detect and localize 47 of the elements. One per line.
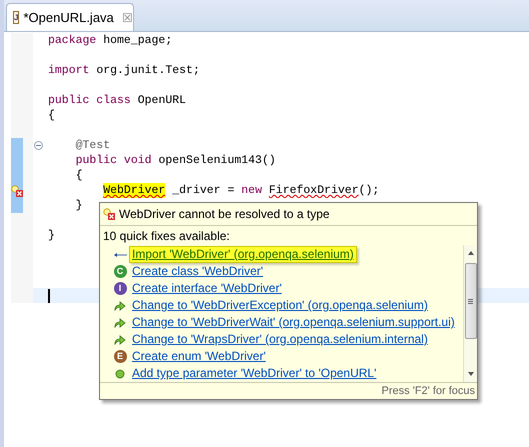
code-text: home_page; — [103, 33, 172, 48]
editor-tab[interactable]: J *OpenURL.java ☒ — [6, 3, 134, 31]
close-icon[interactable]: ☒ — [122, 12, 133, 24]
code-text: openSelenium143() — [158, 153, 276, 168]
code-text: } — [76, 198, 83, 213]
code-text: { — [48, 108, 55, 123]
scroll-up-icon[interactable] — [468, 251, 474, 255]
quick-fix-link[interactable]: Create interface 'WebDriver' — [129, 280, 285, 297]
problem-message: WebDriver cannot be resolved to a type — [119, 206, 330, 223]
tab-title: *OpenURL.java — [23, 8, 114, 27]
text-cursor — [48, 288, 50, 302]
code-text: { — [76, 168, 83, 183]
change-arrow-icon — [114, 334, 126, 344]
quick-fix-link[interactable]: Change to 'WebDriverWait' (org.openqa.selenium.support.ui) — [129, 314, 458, 331]
keyword: public class — [48, 93, 131, 108]
highlighted-error-word: WebDriver — [103, 183, 166, 198]
scroll-down-icon[interactable] — [468, 372, 474, 376]
change-arrow-icon — [114, 318, 126, 328]
quick-fix-link[interactable]: Create enum 'WebDriver' — [129, 348, 269, 365]
scrollbar[interactable] — [463, 245, 477, 382]
add-icon — [115, 368, 125, 378]
enum-type-icon: E — [114, 350, 126, 363]
quick-fix-link[interactable]: Change to 'WebDriverException' (org.openqa.selenium) — [129, 297, 431, 314]
java-file-icon: J — [13, 11, 20, 24]
import-arrow-icon — [113, 252, 127, 258]
code-text: _driver = — [172, 183, 236, 198]
error-word: FirefoxDriver — [268, 183, 359, 198]
code-text: org.junit.Test; — [96, 63, 200, 78]
keyword: package — [48, 33, 96, 48]
quick-fix-link[interactable]: Create class 'WebDriver' — [129, 263, 266, 280]
quick-fix-link[interactable]: Change to 'WrapsDriver' (org.openqa.selenium.internal) — [129, 331, 431, 348]
interface-type-icon: I — [114, 282, 126, 295]
code-text: } — [48, 228, 55, 243]
quick-fix-link[interactable]: Import 'WebDriver' (org.openqa.selenium) — [129, 246, 357, 263]
focus-hint: Press 'F2' for focus — [382, 384, 475, 399]
change-arrow-icon — [114, 300, 126, 310]
keyword: public void — [76, 153, 152, 168]
annotation: @Test — [76, 138, 110, 153]
scroll-thumb[interactable] — [464, 263, 476, 339]
keyword: import — [48, 63, 90, 78]
quick-fix-link[interactable]: Add type parameter 'WebDriver' to 'OpenURL' — [129, 365, 380, 382]
keyword: new — [241, 183, 262, 198]
class-type-icon: C — [114, 265, 126, 278]
code-text: OpenURL — [138, 93, 186, 108]
lightbulb-error-icon — [103, 208, 115, 220]
code-text: (); — [358, 183, 380, 198]
quick-fix-count: 10 quick fixes available: — [103, 228, 230, 244]
